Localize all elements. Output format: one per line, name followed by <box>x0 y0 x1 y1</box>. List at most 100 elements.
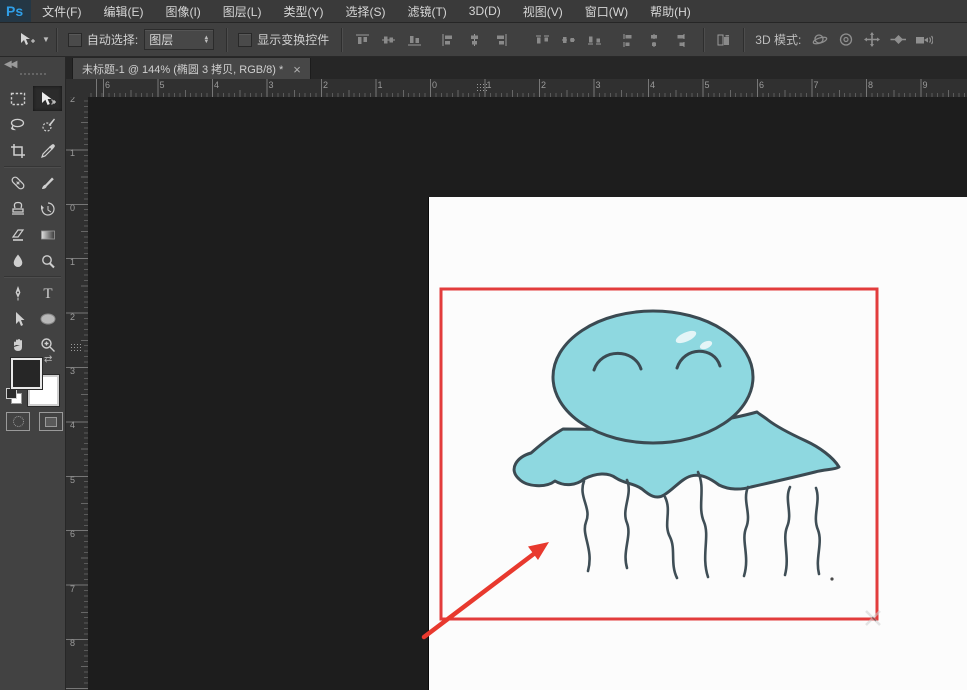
ruler-label: 5 <box>705 80 710 90</box>
ruler-label: 3 <box>596 80 601 90</box>
menu-view[interactable]: 视图(V) <box>512 0 574 22</box>
ruler-label: 8 <box>70 638 75 648</box>
3d-rotate-icon[interactable] <box>809 31 831 49</box>
ruler-label: 8 <box>868 80 873 90</box>
horizontal-ruler[interactable]: 6543210123456789 <box>88 79 967 98</box>
menu-3d[interactable]: 3D(D) <box>458 0 512 22</box>
canvas-pasteboard[interactable] <box>88 97 967 690</box>
menu-layer[interactable]: 图层(L) <box>212 0 273 22</box>
align-vertical-centers-icon[interactable] <box>377 31 399 49</box>
separator <box>341 28 343 52</box>
distribute-bottom-edges-icon[interactable] <box>583 31 605 49</box>
crop-tool[interactable] <box>3 138 32 163</box>
auto-select-checkbox[interactable] <box>68 33 82 47</box>
collapse-panel-icon[interactable]: ◀◀ <box>4 59 15 70</box>
menu-file[interactable]: 文件(F) <box>31 0 92 22</box>
ink-dot <box>830 577 833 580</box>
ruler-label: 2 <box>70 312 75 322</box>
3d-slide-icon[interactable] <box>887 31 909 49</box>
auto-align-layers-icon[interactable] <box>713 31 735 49</box>
svg-text:T: T <box>43 286 52 301</box>
ruler-label: 6 <box>70 529 75 539</box>
show-transform-checkbox[interactable] <box>238 33 252 47</box>
brush-tool[interactable] <box>33 170 62 195</box>
tools-panel: ◀◀ T ⇄ <box>0 56 66 690</box>
ruler-cursor-marker <box>476 83 489 93</box>
menu-select[interactable]: 选择(S) <box>334 0 396 22</box>
vertical-ruler[interactable]: 21012345678 <box>66 97 89 690</box>
ruler-label: 1 <box>70 257 75 267</box>
document-tab[interactable]: 未标题-1 @ 144% (椭圆 3 拷贝, RGB/8) * × <box>72 58 311 80</box>
tab-bar: 未标题-1 @ 144% (椭圆 3 拷贝, RGB/8) * × <box>66 56 967 80</box>
distribute-horizontal-centers-icon[interactable] <box>643 31 665 49</box>
distribute-left-edges-icon[interactable] <box>617 31 639 49</box>
move-tool[interactable] <box>33 86 62 111</box>
ruler-label: 1 <box>70 148 75 158</box>
spot-healing-brush-tool[interactable] <box>3 170 32 195</box>
swap-colors-icon[interactable]: ⇄ <box>44 354 52 365</box>
move-tool-icon <box>16 31 38 49</box>
menu-filter[interactable]: 滤镜(T) <box>396 0 457 22</box>
ruler-label: 3 <box>269 80 274 90</box>
ruler-label: 9 <box>923 80 928 90</box>
menu-edit[interactable]: 编辑(E) <box>92 0 154 22</box>
ruler-cursor-marker <box>70 343 82 352</box>
distribute-top-edges-icon[interactable] <box>531 31 553 49</box>
rectangular-marquee-tool[interactable] <box>3 86 32 111</box>
red-annotation-arrow <box>424 542 549 637</box>
distribute-vertical-centers-icon[interactable] <box>557 31 579 49</box>
menu-type[interactable]: 类型(Y) <box>272 0 334 22</box>
blur-tool[interactable] <box>3 248 32 273</box>
type-tool[interactable]: T <box>33 280 62 305</box>
ruler-origin-corner[interactable] <box>66 79 89 98</box>
align-bottom-edges-icon[interactable] <box>403 31 425 49</box>
separator <box>743 28 745 52</box>
hand-tool[interactable] <box>3 332 32 357</box>
quick-mask-mode-button[interactable] <box>6 412 30 431</box>
pen-tool[interactable] <box>3 280 32 305</box>
ruler-label: 6 <box>105 80 110 90</box>
gradient-tool[interactable] <box>33 222 62 247</box>
ellipse-tool[interactable] <box>33 306 62 331</box>
screen-mode-button[interactable] <box>39 412 63 431</box>
options-bar: ▼ 自动选择: 图层 ▲▼ 显示变换控件 3D 模式: <box>0 23 967 57</box>
quick-selection-tool[interactable] <box>33 112 62 137</box>
dropdown-arrows-icon: ▲▼ <box>203 36 209 44</box>
eyedropper-tool[interactable] <box>33 138 62 163</box>
3d-roll-icon[interactable] <box>835 31 857 49</box>
tools-separator <box>4 276 61 278</box>
panel-grip[interactable] <box>19 72 47 77</box>
separator <box>703 28 705 52</box>
ruler-label: 2 <box>70 97 75 104</box>
tab-close-icon[interactable]: × <box>293 63 301 76</box>
3d-zoom-icon[interactable] <box>913 31 935 49</box>
align-top-edges-icon[interactable] <box>351 31 373 49</box>
align-horizontal-centers-icon[interactable] <box>463 31 485 49</box>
photoshop-logo: Ps <box>0 0 31 22</box>
auto-select-label: 自动选择: <box>87 31 138 48</box>
foreground-color-swatch[interactable] <box>11 358 42 389</box>
dodge-tool[interactable] <box>33 248 62 273</box>
align-right-edges-icon[interactable] <box>489 31 511 49</box>
path-selection-tool[interactable] <box>3 306 32 331</box>
tool-preset-caret-icon[interactable]: ▼ <box>42 35 50 44</box>
menu-window[interactable]: 窗口(W) <box>574 0 639 22</box>
clone-stamp-tool[interactable] <box>3 196 32 221</box>
3d-drag-icon[interactable] <box>861 31 883 49</box>
show-transform-label: 显示变换控件 <box>257 31 329 48</box>
eraser-tool[interactable] <box>3 222 32 247</box>
jellyfish-tentacles <box>582 472 819 578</box>
align-left-edges-icon[interactable] <box>437 31 459 49</box>
menu-image[interactable]: 图像(I) <box>154 0 211 22</box>
separator <box>56 28 58 52</box>
auto-select-target-dropdown[interactable]: 图层 ▲▼ <box>144 29 214 50</box>
menu-bar: Ps 文件(F) 编辑(E) 图像(I) 图层(L) 类型(Y) 选择(S) 滤… <box>0 0 967 23</box>
ruler-label: 2 <box>323 80 328 90</box>
default-colors-icon[interactable] <box>6 388 22 404</box>
menu-help[interactable]: 帮助(H) <box>639 0 702 22</box>
distribute-right-edges-icon[interactable] <box>669 31 691 49</box>
history-brush-tool[interactable] <box>33 196 62 221</box>
ruler-label: 4 <box>214 80 219 90</box>
lasso-tool[interactable] <box>3 112 32 137</box>
document-window: 未标题-1 @ 144% (椭圆 3 拷贝, RGB/8) * × 6 5 4 3 2 1… <box>66 56 967 690</box>
